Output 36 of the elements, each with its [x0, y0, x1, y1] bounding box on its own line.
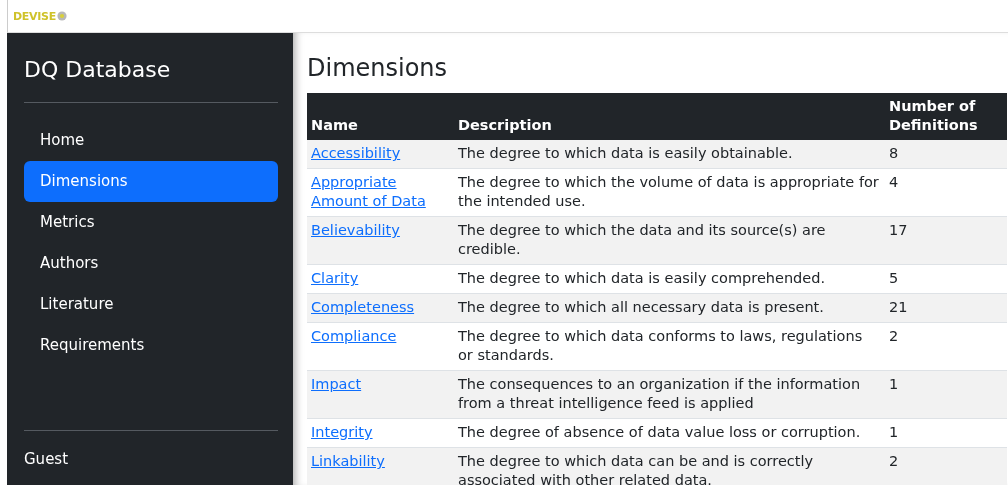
column-header: Description — [454, 93, 885, 140]
nav-item[interactable]: Requirements — [24, 325, 278, 366]
nav-item[interactable]: Metrics — [24, 202, 278, 243]
dimension-link[interactable]: Appropriate Amount of Data — [311, 173, 450, 211]
nav-item[interactable]: Dimensions — [24, 161, 278, 202]
nav-item[interactable]: Home — [24, 120, 278, 161]
table-cell: 1 — [885, 418, 1007, 448]
logo: DEVISE — [13, 9, 67, 23]
table-cell: The degree to which all necessary data is present. — [454, 293, 885, 323]
table-cell: 4 — [885, 168, 1007, 217]
table-cell: 21 — [885, 293, 1007, 323]
nav-item[interactable]: Literature — [24, 284, 278, 325]
table-cell: The degree to which data conforms to laws, regulations or standards. — [454, 322, 885, 371]
dimension-link[interactable]: Integrity — [311, 423, 373, 442]
column-header: Name — [307, 93, 454, 140]
table-cell: The degree to which data is easily obtainable. — [454, 140, 885, 169]
dimension-link[interactable]: Compliance — [311, 327, 397, 346]
table-cell: 5 — [885, 264, 1007, 294]
column-header: Number of Definitions — [885, 93, 1007, 140]
sidebar-title: DQ Database — [24, 56, 172, 84]
dimension-link[interactable]: Clarity — [311, 269, 359, 288]
table-cell: The degree to which the data and its source(s) are credible. — [454, 216, 885, 265]
table-cell: The degree to which the volume of data is appropriate for the intended use. — [454, 168, 885, 217]
table-cell: The degree to which data can be and is correctly associated with other related data. — [454, 447, 885, 485]
nav-item[interactable]: Authors — [24, 243, 278, 284]
table-cell: 1 — [885, 370, 1007, 419]
dimension-link[interactable]: Impact — [311, 375, 362, 394]
user-name: Guest — [24, 450, 70, 468]
page-title: Dimensions — [307, 53, 449, 83]
table-cell: The degree to which data is easily comprehended. — [454, 264, 885, 294]
table-cell: 2 — [885, 447, 1007, 485]
table-cell: 8 — [885, 140, 1007, 169]
table-cell: The degree of absence of data value loss or corruption. — [454, 418, 885, 448]
table-cell: 2 — [885, 322, 1007, 371]
table-cell: The consequences to an organization if the information from a threat intelligence feed is applied — [454, 370, 885, 419]
table-cell: 17 — [885, 216, 1007, 265]
